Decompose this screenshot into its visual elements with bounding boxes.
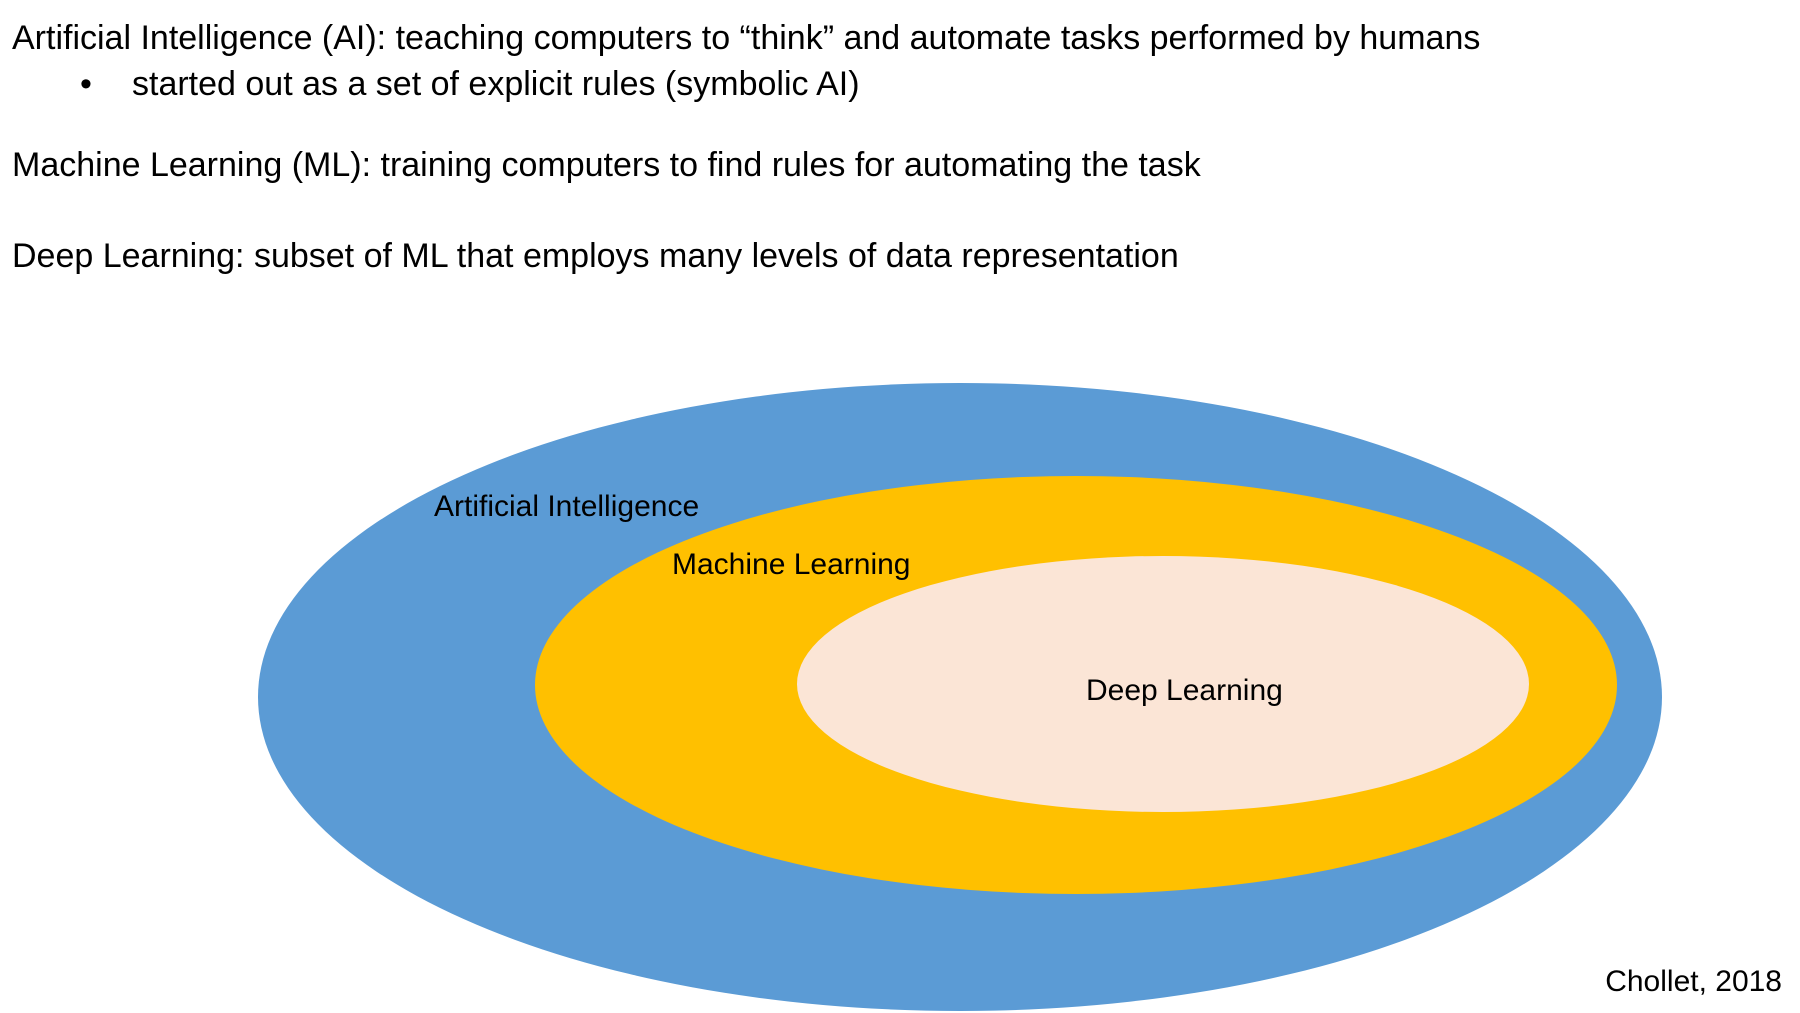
citation: Chollet, 2018 [1605,965,1782,998]
ml-ellipse-label: Machine Learning [672,548,911,581]
dl-ellipse-label: Deep Learning [1086,674,1283,707]
ai-ellipse-label: Artificial Intelligence [434,490,699,523]
nested-ellipse-diagram: Artificial Intelligence Machine Learning… [258,383,1662,1011]
